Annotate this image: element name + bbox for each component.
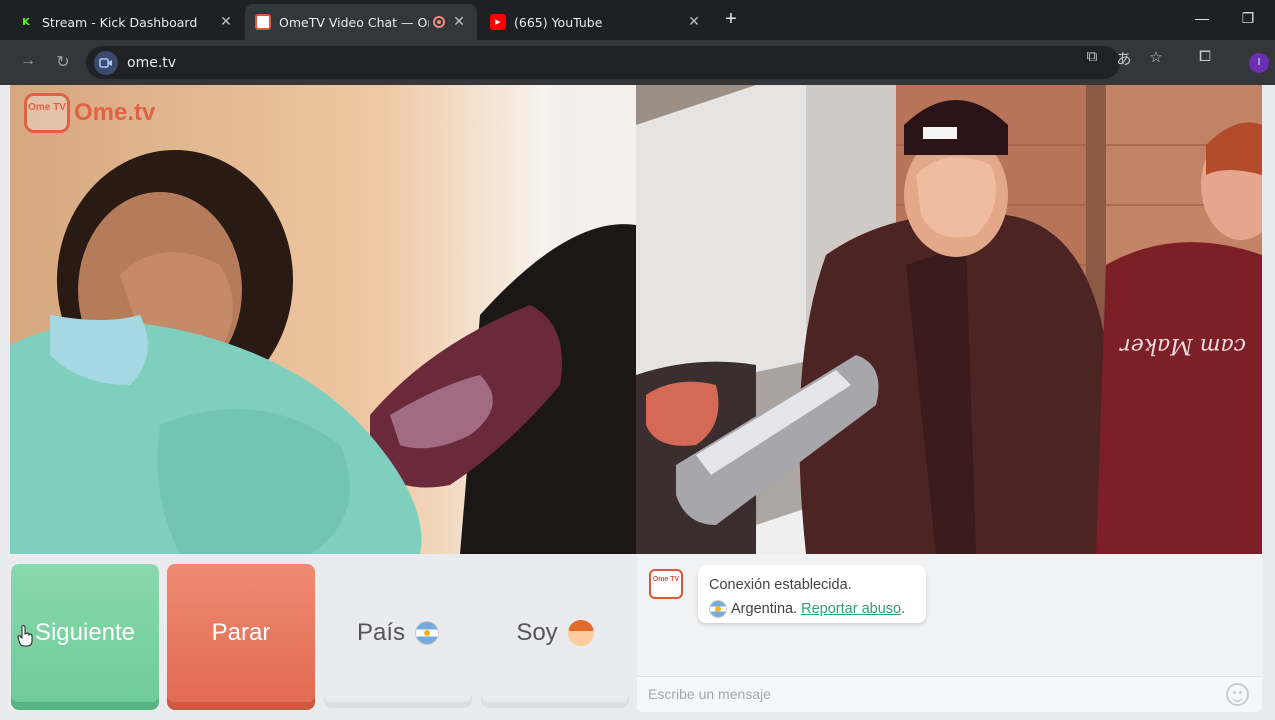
hand-cursor-icon xyxy=(17,625,33,647)
gender-button[interactable]: Soy xyxy=(481,564,629,702)
tab-ometv[interactable]: OmeTV Video Chat — Ome ✕ xyxy=(245,4,477,40)
country-button[interactable]: País xyxy=(324,564,472,702)
report-suffix: . xyxy=(901,601,906,617)
ometv-logo: Ome TV Ome.tv xyxy=(24,93,155,133)
new-tab-button[interactable]: + xyxy=(720,9,742,31)
site-info-icon[interactable] xyxy=(94,50,118,75)
emoji-icon[interactable] xyxy=(1226,683,1249,706)
stranger-video: Ome TV Ome.tv xyxy=(10,85,636,554)
ometv-wordmark: Ome.tv xyxy=(74,99,156,126)
shirt-print: cam Maker xyxy=(1119,333,1246,358)
tab-title: (665) YouTube xyxy=(514,14,603,30)
ometv-badge: Ome TV xyxy=(24,93,70,133)
stranger-video-feed xyxy=(10,85,636,554)
profile-avatar[interactable]: I xyxy=(1249,53,1269,73)
argentina-flag-icon xyxy=(709,600,727,619)
ometv-chat-icon: Ome TV xyxy=(649,569,683,599)
bookmark-star-icon[interactable]: ☆ xyxy=(1146,48,1166,66)
message-input-row xyxy=(637,676,1262,712)
close-tab-icon[interactable]: ✕ xyxy=(686,14,702,30)
restore-icon[interactable]: ❐ xyxy=(1238,10,1258,27)
report-abuse-link[interactable]: Reportar abuso xyxy=(801,601,901,617)
country-button-label: País xyxy=(356,619,406,646)
minimize-icon[interactable]: — xyxy=(1192,10,1212,26)
browser-toolbar: → ↻ ome.tv ⧉ あ ☆ ⧠ I xyxy=(0,40,1275,85)
self-video: cam Maker xyxy=(636,85,1262,554)
partner-country: Argentina. xyxy=(731,601,798,617)
tab-title: OmeTV Video Chat — Ome xyxy=(279,14,429,30)
next-button-label: Siguiente xyxy=(34,619,136,646)
tab-title: Stream - Kick Dashboard xyxy=(42,14,198,30)
recording-icon xyxy=(433,16,445,28)
ometv-icon xyxy=(255,14,271,30)
url-text: ome.tv xyxy=(127,54,177,71)
close-tab-icon[interactable]: ✕ xyxy=(218,14,234,30)
message-input[interactable] xyxy=(637,677,1197,711)
address-bar[interactable]: ome.tv xyxy=(86,46,1120,79)
page-content: Ome TV Ome.tv cam Maker Siguiente Parar … xyxy=(0,85,1275,720)
tab-kick-dashboard[interactable]: K Stream - Kick Dashboard ✕ xyxy=(8,4,244,40)
stop-button-label: Parar xyxy=(211,619,271,646)
gender-button-label: Soy xyxy=(516,619,558,646)
kick-icon: K xyxy=(18,14,34,30)
translate-icon[interactable]: あ xyxy=(1114,48,1134,69)
close-tab-icon[interactable]: ✕ xyxy=(451,14,467,30)
chat-panel: Ome TV Conexión establecida. Argentina. … xyxy=(637,554,1262,712)
extensions-icon[interactable]: ⧠ xyxy=(1195,48,1215,65)
self-video-feed: cam Maker xyxy=(636,85,1262,554)
next-button[interactable]: Siguiente xyxy=(11,564,159,702)
forward-icon[interactable]: → xyxy=(17,52,39,70)
youtube-icon: ▶ xyxy=(490,14,506,30)
reload-icon[interactable]: ↻ xyxy=(52,52,74,72)
stop-button[interactable]: Parar xyxy=(167,564,315,702)
system-message: Conexión establecida. Argentina. Reporta… xyxy=(698,565,926,623)
browser-tab-bar: K Stream - Kick Dashboard ✕ OmeTV Video … xyxy=(0,0,1275,40)
partner-country-row: Argentina. Reportar abuso. xyxy=(709,597,915,621)
connection-status: Conexión establecida. xyxy=(709,577,852,593)
argentina-flag-icon xyxy=(415,621,440,645)
install-app-icon[interactable]: ⧉ xyxy=(1082,48,1102,65)
tab-youtube[interactable]: ▶ (665) YouTube ✕ xyxy=(480,4,712,40)
boy-avatar-icon xyxy=(567,620,594,646)
